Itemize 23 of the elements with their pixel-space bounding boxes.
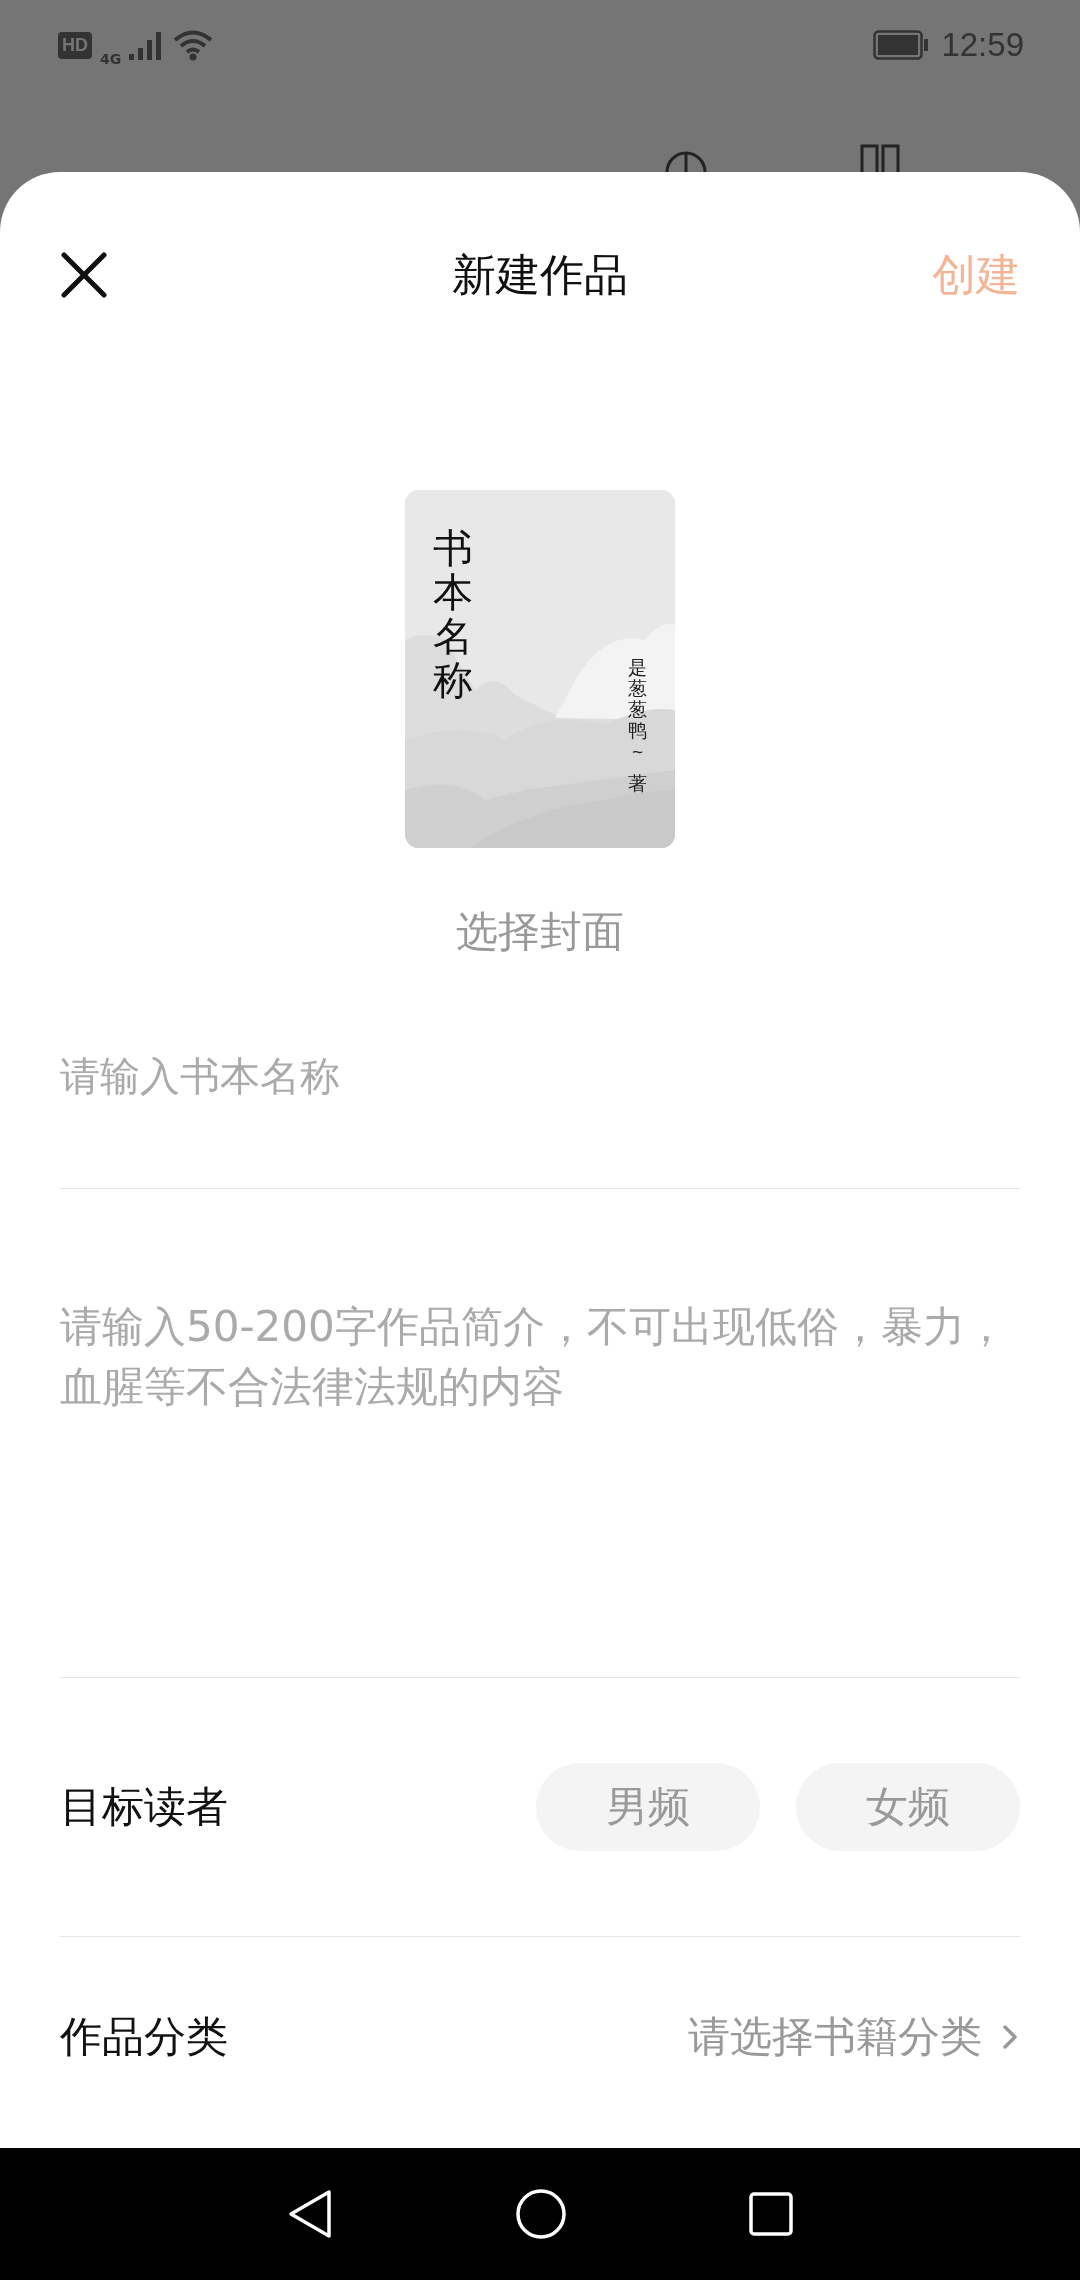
reader-option[interactable]: 男频: [536, 1763, 760, 1851]
network-type: 4G: [100, 51, 122, 67]
home-icon[interactable]: [515, 2188, 567, 2240]
category-label: 作品分类: [60, 2011, 228, 2063]
cover-title: 书本名称: [433, 526, 473, 702]
grid-icon[interactable]: [858, 142, 902, 172]
status-time: 12:59: [941, 26, 1024, 64]
cover-author: 是葱葱鸭~: [628, 658, 647, 763]
hd-icon: HD: [58, 31, 92, 59]
reader-option[interactable]: 女频: [796, 1763, 1020, 1851]
cover-author-suffix: 著: [628, 774, 647, 796]
wifi-icon: [173, 29, 214, 61]
battery-icon: [873, 30, 930, 60]
book-cover[interactable]: 书本名称 是葱葱鸭~ 著: [405, 490, 675, 848]
recents-icon[interactable]: [749, 2192, 793, 2236]
cover-caption[interactable]: 选择封面: [456, 904, 624, 960]
create-button[interactable]: 创建: [932, 245, 1020, 305]
back-icon[interactable]: [287, 2189, 333, 2239]
category-picker[interactable]: 请选择书籍分类: [688, 2009, 1020, 2065]
sheet-title: 新建作品: [452, 247, 628, 302]
chevron-icon: [1000, 2022, 1020, 2052]
close-button[interactable]: [60, 251, 108, 299]
target-reader-label: 目标读者: [60, 1781, 228, 1833]
